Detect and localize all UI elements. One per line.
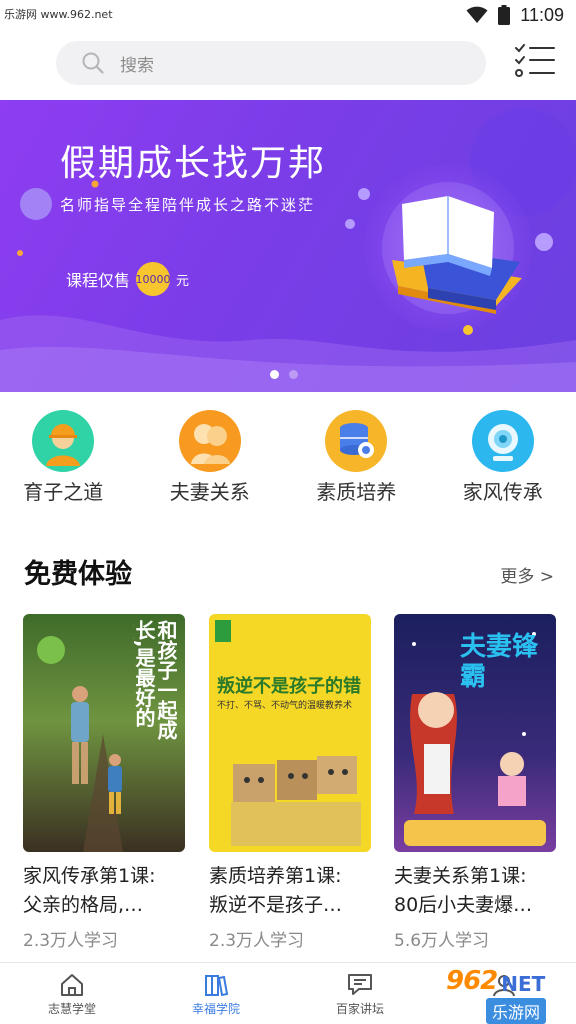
- wifi-icon: [466, 6, 488, 23]
- category-grid: 育子之道 夫妻关系 素质培养 家风传承: [0, 410, 576, 510]
- parenting-worker-icon: [32, 410, 95, 472]
- price-badge: 10000: [136, 262, 171, 296]
- tab-zhihui[interactable]: 志慧学堂: [0, 963, 144, 1024]
- banner-title: 假期成长找万邦: [60, 143, 327, 184]
- course-title-line1: 家风传承第1课:: [23, 865, 156, 887]
- course-title: 家风传承第1课: 父亲的格局,…: [23, 862, 193, 920]
- book-stack-icon: [205, 975, 229, 997]
- search-row: 搜索: [0, 30, 576, 100]
- search-input[interactable]: 搜索: [56, 41, 486, 85]
- search-icon: [82, 52, 104, 74]
- category-family-tradition[interactable]: 家风传承: [430, 410, 576, 510]
- banner-price: 课程仅售 10000 元: [66, 262, 189, 296]
- free-trial-header: 免费体验 更多 >: [24, 552, 554, 592]
- course-card[interactable]: 和孩子一起成长,是最好的教养 家风传承第1课: 父亲的格局,… 2.3万人学习: [23, 614, 185, 951]
- watermark-site: 乐游网: [486, 998, 547, 1024]
- course-title-line2: 父亲的格局,…: [23, 894, 144, 916]
- price-unit: 元: [176, 273, 190, 289]
- status-bar: 乐游网 www.962.net 11:09: [0, 0, 576, 30]
- category-label: 素质培养: [316, 480, 397, 504]
- category-label: 夫妻关系: [169, 480, 250, 504]
- course-card[interactable]: 夫妻锋霸 夫妻关系第1课: 80后小夫妻爆… 5.6万人学习: [394, 614, 556, 951]
- carousel-dot[interactable]: [270, 370, 279, 379]
- course-cover: 叛逆不是孩子的错 不打、不骂、不动气的温暖教养术: [209, 614, 371, 852]
- category-couple[interactable]: 夫妻关系: [137, 410, 284, 510]
- course-cover: 夫妻锋霸: [394, 614, 556, 852]
- course-title-line2: 叛逆不是孩子…: [209, 894, 343, 916]
- couple-icon: [178, 410, 241, 472]
- checklist-menu-icon[interactable]: [514, 44, 556, 78]
- course-learners: 2.3万人学习: [23, 931, 119, 951]
- tab-xingfu[interactable]: 幸福学院: [144, 963, 288, 1024]
- course-title-line1: 素质培养第1课:: [209, 865, 342, 887]
- tab-label: 志慧学堂: [47, 1002, 96, 1016]
- tab-label: 百家讲坛: [335, 1002, 384, 1016]
- chat-board-icon: [348, 974, 372, 995]
- status-time: 11:09: [520, 4, 564, 25]
- cover-title: 和孩子一起成长,是最好的教养: [133, 620, 177, 740]
- category-label: 育子之道: [23, 480, 104, 504]
- course-title-line1: 夫妻关系第1课:: [394, 865, 527, 887]
- carousel-dot[interactable]: [289, 370, 298, 379]
- more-link[interactable]: 更多 >: [500, 562, 554, 587]
- course-learners: 2.3万人学习: [209, 931, 305, 951]
- search-placeholder: 搜索: [120, 55, 154, 76]
- category-parenting[interactable]: 育子之道: [0, 410, 137, 510]
- category-quality[interactable]: 素质培养: [283, 410, 430, 510]
- house-icon: [61, 974, 83, 996]
- course-card[interactable]: 叛逆不是孩子的错 不打、不骂、不动气的温暖教养术 素质培养第1课: 叛逆不是孩子…: [209, 614, 371, 951]
- course-title: 素质培养第1课: 叛逆不是孩子…: [209, 862, 379, 920]
- tab-baijia[interactable]: 百家讲坛: [288, 963, 432, 1024]
- watermark-logo: 962 NET: [446, 966, 546, 996]
- banner-subtitle: 名师指导全程陪伴成长之路不迷茫: [60, 196, 316, 214]
- section-title: 免费体验: [24, 559, 132, 590]
- category-label: 家风传承: [462, 480, 543, 504]
- status-right: 11:09: [466, 3, 564, 27]
- status-watermark: 乐游网 www.962.net: [4, 8, 113, 21]
- tab-label: 幸福学院: [191, 1002, 240, 1016]
- database-gear-icon: [325, 410, 388, 472]
- course-list: 和孩子一起成长,是最好的教养 家风传承第1课: 父亲的格局,… 2.3万人学习 …: [23, 614, 563, 954]
- camera-lens-icon: [471, 410, 534, 472]
- price-prefix: 课程仅售: [66, 271, 131, 290]
- promo-banner[interactable]: 假期成长找万邦 名师指导全程陪伴成长之路不迷茫 课程仅售 10000 元: [0, 100, 576, 392]
- course-title-line2: 80后小夫妻爆…: [394, 894, 533, 916]
- battery-icon: [498, 5, 511, 25]
- cover-title: 夫妻锋霸: [460, 632, 539, 692]
- site-watermark: 962 NET 乐游网: [446, 966, 572, 1024]
- cover-title: 叛逆不是孩子的错: [217, 676, 361, 697]
- carousel-dots: [270, 370, 298, 379]
- course-learners: 5.6万人学习: [394, 931, 490, 951]
- course-cover: 和孩子一起成长,是最好的教养: [23, 614, 185, 852]
- cover-subtitle: 不打、不骂、不动气的温暖教养术: [217, 701, 353, 711]
- course-title: 夫妻关系第1课: 80后小夫妻爆…: [394, 862, 564, 920]
